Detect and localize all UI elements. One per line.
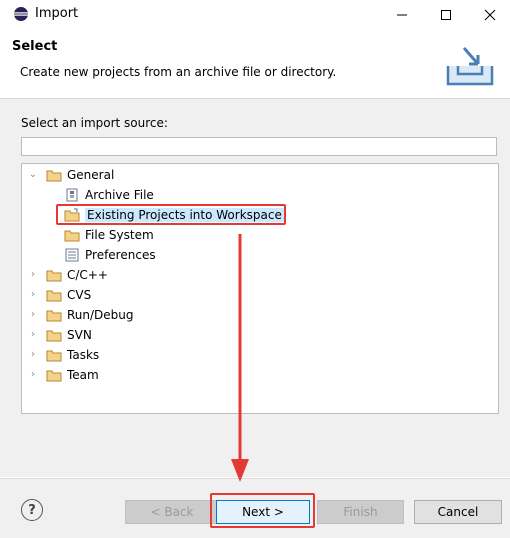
folder-icon (46, 270, 62, 282)
page-description: Create new projects from an archive file… (20, 65, 337, 79)
import-source-label: Select an import source: (21, 116, 168, 130)
page-title: Select (12, 39, 58, 54)
next-annotation-box (210, 493, 315, 528)
folder-icon (46, 310, 62, 322)
folder-icon (46, 350, 62, 362)
chevron-right-icon[interactable]: › (28, 350, 38, 360)
annotation-arrow (231, 234, 249, 482)
tree-item-svn[interactable]: › SVN (28, 325, 92, 345)
tree-item-label: File System (85, 228, 154, 242)
tree-item-file-system[interactable]: File System (64, 225, 154, 245)
tree-item-tasks[interactable]: › Tasks (28, 345, 99, 365)
tree-item-run-debug[interactable]: › Run/Debug (28, 305, 134, 325)
window-title: Import (35, 6, 79, 21)
tree-item-label: Team (67, 368, 99, 382)
preferences-icon (65, 248, 79, 262)
tree-item-label: SVN (67, 328, 92, 342)
import-source-tree[interactable]: ⌄ General Archive File Existing Projects… (21, 163, 499, 414)
close-button[interactable] (470, 0, 510, 30)
selection-annotation-box (56, 204, 286, 225)
tree-item-preferences[interactable]: Preferences (64, 245, 156, 265)
chevron-down-icon[interactable]: ⌄ (28, 170, 38, 180)
chevron-right-icon[interactable]: › (28, 310, 38, 320)
tree-item-cvs[interactable]: › CVS (28, 285, 91, 305)
filter-input[interactable] (21, 137, 497, 156)
tree-item-label: Preferences (85, 248, 156, 262)
tree-item-label: C/C++ (67, 268, 108, 282)
tree-item-general[interactable]: ⌄ General (28, 165, 115, 185)
back-button[interactable]: < Back (125, 500, 219, 524)
tree-item-label: Run/Debug (67, 308, 134, 322)
tree-item-cpp[interactable]: › C/C++ (28, 265, 108, 285)
eclipse-app-icon (14, 7, 28, 21)
folder-open-icon (46, 170, 62, 182)
import-wizard-icon (446, 47, 494, 86)
folder-icon (64, 230, 80, 242)
help-button[interactable]: ? (21, 499, 43, 521)
folder-icon (46, 330, 62, 342)
chevron-right-icon[interactable]: › (28, 270, 38, 280)
folder-icon (46, 290, 62, 302)
minimize-icon (397, 14, 407, 16)
maximize-button[interactable] (426, 0, 466, 30)
finish-button[interactable]: Finish (317, 500, 404, 524)
archive-file-icon (66, 188, 78, 202)
maximize-icon (441, 10, 451, 20)
cancel-button[interactable]: Cancel (414, 500, 502, 524)
minimize-button[interactable] (382, 0, 422, 30)
close-icon (484, 9, 496, 21)
tree-item-label: Archive File (85, 188, 154, 202)
chevron-right-icon[interactable]: › (28, 290, 38, 300)
chevron-right-icon[interactable]: › (28, 370, 38, 380)
tree-item-team[interactable]: › Team (28, 365, 99, 385)
tree-item-label: General (67, 168, 115, 182)
tree-item-label: CVS (67, 288, 92, 302)
chevron-right-icon[interactable]: › (28, 330, 38, 340)
tree-item-label: Tasks (67, 348, 100, 362)
folder-icon (46, 370, 62, 382)
tree-item-archive-file[interactable]: Archive File (64, 185, 154, 205)
